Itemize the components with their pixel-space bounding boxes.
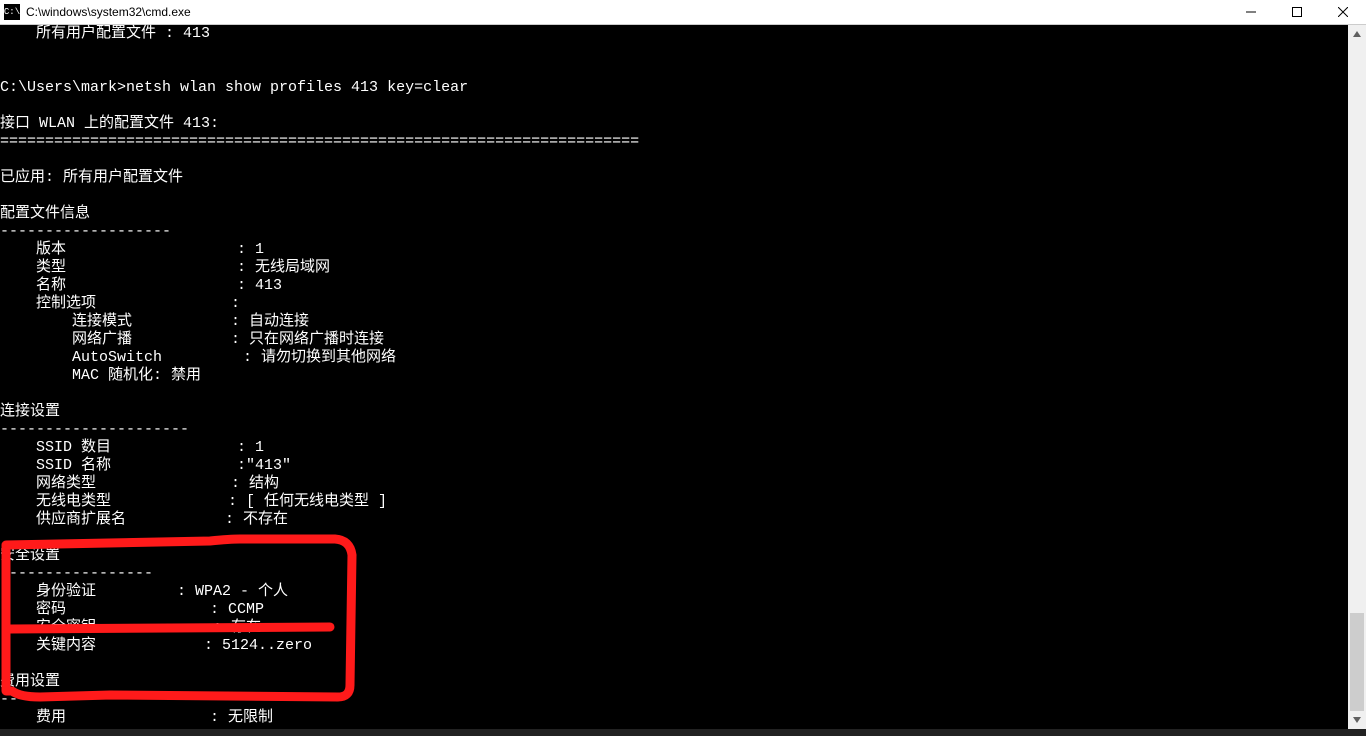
- section-header: 连接设置: [0, 403, 60, 420]
- vertical-scrollbar[interactable]: [1348, 25, 1366, 729]
- output-line: -------------------: [0, 223, 171, 240]
- output-line: 连接模式 : 自动连接: [0, 313, 309, 330]
- output-line: SSID 数目 : 1: [0, 439, 264, 456]
- output-line: 类型 : 无线局域网: [0, 259, 330, 276]
- output-line: 名称 : 413: [0, 277, 282, 294]
- window-title: C:\windows\system32\cmd.exe: [26, 5, 191, 19]
- close-button[interactable]: [1320, 0, 1366, 24]
- output-line: ---------------------: [0, 421, 189, 438]
- output-line: 供应商扩展名 : 不存在: [0, 511, 288, 528]
- section-header: 安全设置: [0, 547, 60, 564]
- titlebar[interactable]: C:\ C:\windows\system32\cmd.exe: [0, 0, 1366, 25]
- output-line: 身份验证 : WPA2 - 个人: [0, 583, 288, 600]
- output-line: 网络广播 : 只在网络广播时连接: [0, 331, 384, 348]
- taskbar-sliver: [0, 729, 1366, 736]
- scrollbar-track[interactable]: [1348, 43, 1366, 711]
- section-header: 配置文件信息: [0, 205, 90, 222]
- prompt-line: C:\Users\mark>netsh wlan show profiles 4…: [0, 79, 468, 96]
- output-line: 控制选项 :: [0, 295, 240, 312]
- output-line: 费用 : 无限制: [0, 709, 273, 726]
- section-header: 费用设置: [0, 673, 60, 690]
- scrollbar-thumb[interactable]: [1350, 613, 1364, 713]
- output-line: 接口 WLAN 上的配置文件 413:: [0, 115, 219, 132]
- cmd-window: C:\ C:\windows\system32\cmd.exe 所有用户配置文件…: [0, 0, 1366, 736]
- output-line: MAC 随机化: 禁用: [0, 367, 201, 384]
- maximize-button[interactable]: [1274, 0, 1320, 24]
- output-line: 已应用: 所有用户配置文件: [0, 169, 183, 186]
- window-controls: [1228, 0, 1366, 24]
- scroll-down-arrow-icon[interactable]: [1348, 711, 1366, 729]
- terminal-output[interactable]: 所有用户配置文件 : 413 C:\Users\mark>netsh wlan …: [0, 25, 1346, 729]
- output-line: 无线电类型 : [ 任何无线电类型 ]: [0, 493, 387, 510]
- output-line: 版本 : 1: [0, 241, 264, 258]
- scroll-up-arrow-icon[interactable]: [1348, 25, 1366, 43]
- output-line: 网络类型 : 结构: [0, 475, 279, 492]
- cmd-icon: C:\: [4, 4, 20, 20]
- output-line: ========================================…: [0, 133, 639, 150]
- output-line: -----------------: [0, 565, 153, 582]
- output-line: 所有用户配置文件 : 413: [0, 25, 210, 42]
- output-line: AutoSwitch : 请勿切换到其他网络: [0, 349, 396, 366]
- output-line: SSID 名称 :"413": [0, 457, 291, 474]
- output-line: -------------: [0, 691, 117, 708]
- output-line: 安全密钥 : 存在: [0, 619, 261, 636]
- minimize-button[interactable]: [1228, 0, 1274, 24]
- output-line: 密码 : CCMP: [0, 601, 264, 618]
- output-line: 关键内容 : 5124..zero: [0, 637, 312, 654]
- terminal-area: 所有用户配置文件 : 413 C:\Users\mark>netsh wlan …: [0, 25, 1366, 736]
